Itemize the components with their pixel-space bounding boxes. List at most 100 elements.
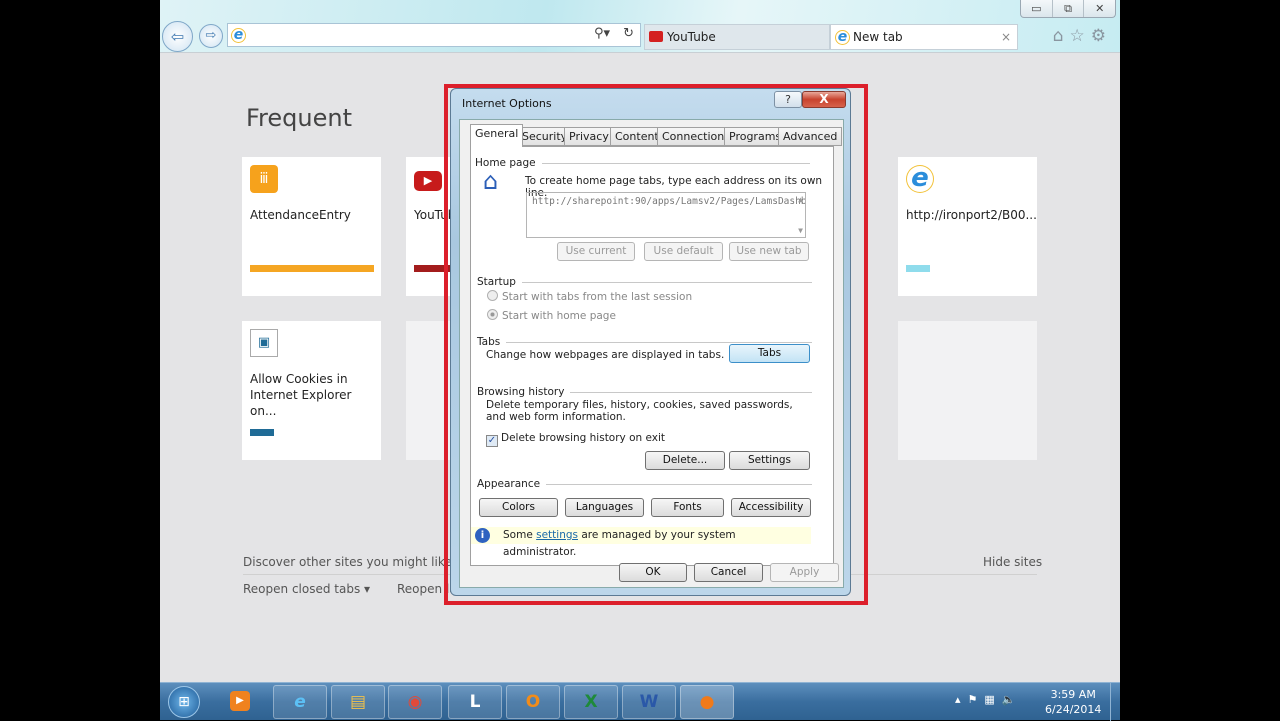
- tile-label: AttendanceEntry: [250, 208, 351, 222]
- tile-bar: [906, 265, 930, 272]
- minimize-button[interactable]: ▭: [1021, 0, 1052, 17]
- taskbar-firefox[interactable]: ●: [680, 685, 734, 719]
- tile-ironport[interactable]: e http://ironport2/B00...: [898, 157, 1037, 296]
- hide-sites-link[interactable]: Hide sites: [983, 555, 1042, 569]
- page-icon: ▣: [250, 329, 278, 357]
- forward-button[interactable]: ⇨: [199, 24, 223, 48]
- taskbar-explorer[interactable]: ▤: [331, 685, 385, 719]
- dialog-title: Internet Options: [462, 97, 552, 110]
- network-icon[interactable]: ▦: [984, 693, 1001, 706]
- clock[interactable]: 3:59 AM 6/24/2014: [1045, 687, 1101, 717]
- discover-sites[interactable]: Discover other sites you might like: [243, 555, 452, 569]
- info-text: Some: [503, 529, 537, 541]
- use-current-button[interactable]: Use current: [557, 242, 635, 261]
- radio-label: Start with tabs from the last session: [502, 291, 693, 303]
- refresh-icon[interactable]: ↻: [623, 26, 634, 41]
- apply-button[interactable]: Apply: [770, 563, 839, 582]
- tile-label: Allow Cookies in Internet Explorer on...: [250, 372, 352, 418]
- restore-button[interactable]: ⧉: [1051, 0, 1084, 17]
- tab-programs[interactable]: Programs: [724, 127, 787, 146]
- scroll-up-icon[interactable]: ▲: [798, 195, 803, 204]
- taskbar-excel[interactable]: X: [564, 685, 618, 719]
- tile-attendance[interactable]: ⅲ AttendanceEntry: [242, 157, 381, 296]
- radio-last-session[interactable]: Start with tabs from the last session: [487, 290, 692, 303]
- dialog-body: General Security Privacy Content Connect…: [459, 119, 844, 588]
- close-window-button[interactable]: ✕: [1083, 0, 1115, 17]
- attendance-icon: ⅲ: [250, 165, 278, 193]
- home-page-textarea[interactable]: http://sharepoint:90/apps/Lamsv2/Pages/L…: [526, 192, 806, 238]
- gear-icon[interactable]: ⚙: [1091, 26, 1112, 46]
- window-controls: ▭ ⧉ ✕: [1020, 0, 1116, 18]
- use-new-tab-button[interactable]: Use new tab: [729, 242, 809, 261]
- checkbox-checked-icon: ✓: [486, 435, 498, 447]
- close-tab-icon[interactable]: ×: [1001, 25, 1011, 49]
- scroll-down-icon[interactable]: ▼: [798, 226, 803, 235]
- help-button[interactable]: ?: [774, 91, 802, 108]
- star-icon[interactable]: ☆: [1070, 26, 1091, 46]
- group-label: Browsing history: [477, 386, 565, 398]
- tab-privacy[interactable]: Privacy: [564, 127, 614, 146]
- group-appearance: Appearance: [477, 478, 812, 490]
- youtube-icon: [649, 31, 663, 42]
- ie-page-icon: e: [231, 28, 246, 43]
- radio-icon: [487, 290, 498, 301]
- tabs-button[interactable]: Tabs: [729, 344, 810, 363]
- volume-icon[interactable]: 🔈: [1002, 693, 1023, 706]
- group-label: Appearance: [477, 478, 541, 490]
- tab-general[interactable]: General: [470, 124, 524, 147]
- general-pane: Home page ⌂ To create home page tabs, ty…: [470, 146, 834, 566]
- tab-youtube[interactable]: YouTube: [644, 24, 830, 50]
- fonts-button[interactable]: Fonts: [651, 498, 724, 517]
- start-button[interactable]: ⊞: [168, 686, 200, 718]
- checkbox-label: Delete browsing history on exit: [501, 432, 666, 444]
- admin-info-bar: i Some settings are managed by your syst…: [471, 527, 811, 558]
- tile-bar: [250, 429, 274, 436]
- group-browsing-history: Browsing history: [477, 386, 812, 398]
- taskbar-word[interactable]: W: [622, 685, 676, 719]
- tab-content[interactable]: Content: [610, 127, 664, 146]
- frequent-heading: Frequent: [246, 104, 352, 132]
- clock-date: 6/24/2014: [1045, 703, 1102, 716]
- search-icon[interactable]: ⚲▾: [594, 26, 610, 41]
- radio-home-page[interactable]: Start with home page: [487, 309, 616, 322]
- taskbar-outlook[interactable]: O: [506, 685, 560, 719]
- reopen-closed-tabs[interactable]: Reopen closed tabs ▾: [243, 582, 370, 596]
- cancel-button[interactable]: Cancel: [694, 563, 763, 582]
- delete-button[interactable]: Delete...: [645, 451, 725, 470]
- address-bar[interactable]: e ⚲▾ ↻: [227, 23, 641, 47]
- action-center-icon[interactable]: ⚑: [968, 693, 985, 706]
- colors-button[interactable]: Colors: [479, 498, 558, 517]
- history-description: Delete temporary files, history, cookies…: [486, 399, 793, 423]
- accessibility-button[interactable]: Accessibility: [731, 498, 811, 517]
- tile-bar: [250, 265, 374, 272]
- tile-allow-cookies[interactable]: ▣ Allow Cookies in Internet Explorer on.…: [242, 321, 381, 460]
- history-settings-button[interactable]: Settings: [729, 451, 810, 470]
- tabs-description: Change how webpages are displayed in tab…: [486, 349, 725, 361]
- browser-toolbar: ▭ ⧉ ✕ ⇦ ⇨ e ⚲▾ ↻ YouTube e New tab × ⌂☆⚙: [160, 0, 1120, 53]
- info-icon: i: [475, 528, 490, 543]
- back-button[interactable]: ⇦: [162, 21, 193, 52]
- delete-on-exit-checkbox[interactable]: ✓ Delete browsing history on exit: [486, 432, 665, 447]
- close-dialog-button[interactable]: X: [802, 91, 846, 108]
- tile-empty: [898, 321, 1037, 460]
- settings-link[interactable]: settings: [536, 529, 578, 541]
- radio-label: Start with home page: [502, 310, 616, 322]
- taskbar: ⊞ ▶ e ▤ ◉ L O X W ● ▴⚑▦🔈 3:59 AM 6/24/20…: [160, 682, 1120, 721]
- tab-new-tab[interactable]: e New tab ×: [830, 24, 1018, 50]
- use-default-button[interactable]: Use default: [644, 242, 723, 261]
- toolbar-icons: ⌂☆⚙: [1053, 26, 1112, 46]
- group-startup: Startup: [477, 276, 812, 288]
- ie-icon: e: [906, 165, 934, 193]
- tab-label: YouTube: [667, 30, 716, 44]
- show-desktop-button[interactable]: [1110, 683, 1120, 721]
- media-player-icon[interactable]: ▶: [230, 691, 250, 711]
- ok-button[interactable]: OK: [619, 563, 687, 582]
- tab-advanced[interactable]: Advanced: [778, 127, 843, 146]
- languages-button[interactable]: Languages: [565, 498, 644, 517]
- taskbar-ie[interactable]: e: [273, 685, 327, 719]
- group-label: Startup: [477, 276, 516, 288]
- taskbar-lync[interactable]: L: [448, 685, 502, 719]
- tray-expand-icon[interactable]: ▴: [955, 693, 968, 706]
- taskbar-chrome[interactable]: ◉: [388, 685, 442, 719]
- home-icon[interactable]: ⌂: [1053, 26, 1070, 46]
